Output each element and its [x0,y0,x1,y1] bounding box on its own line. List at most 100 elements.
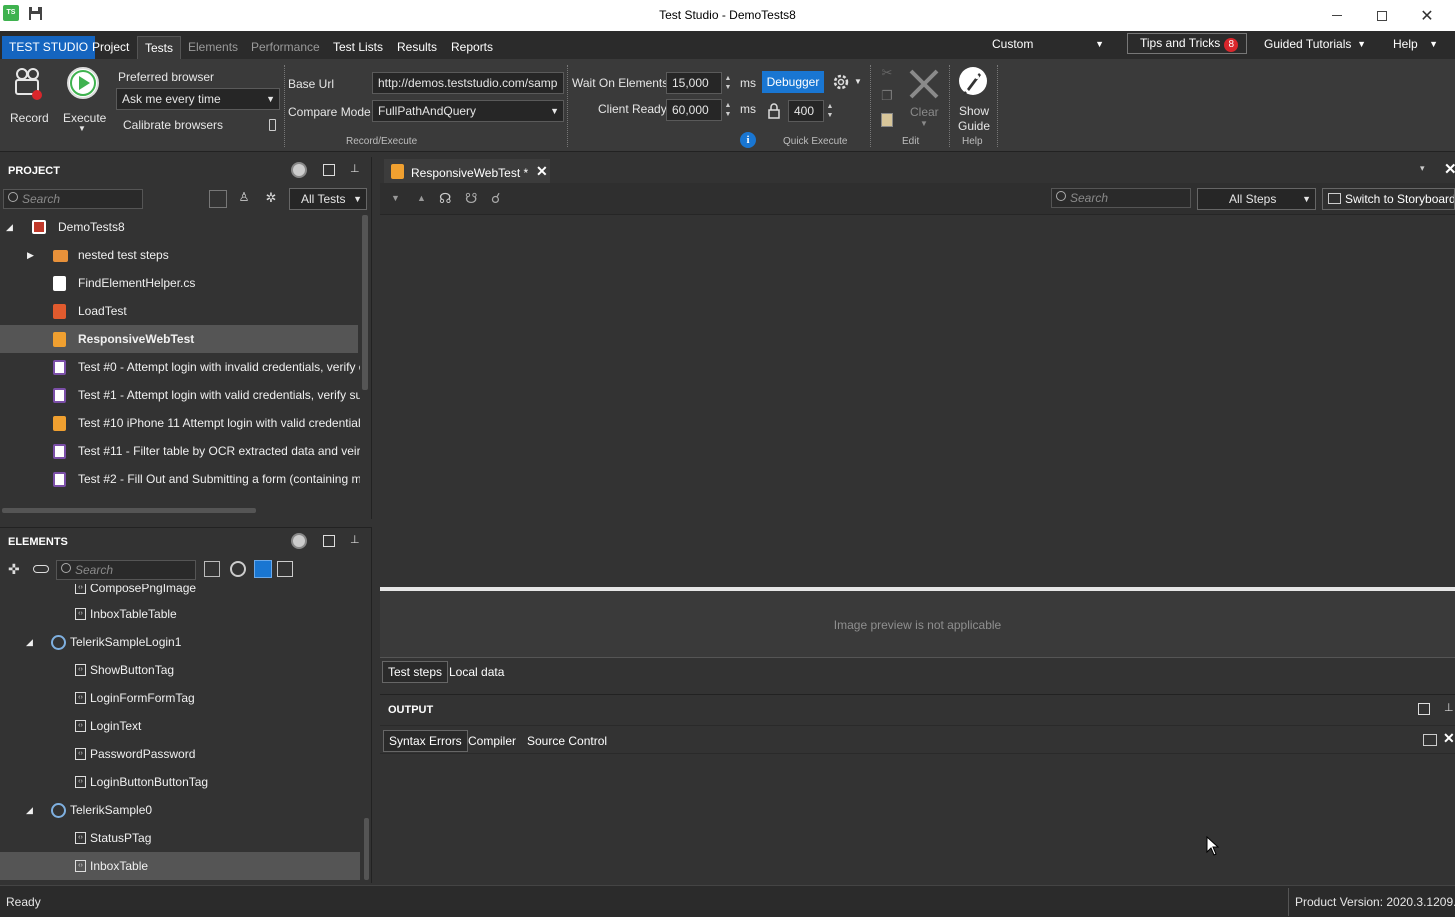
tab-project[interactable]: Project [85,36,136,59]
tab-test-studio[interactable]: TEST STUDIO [2,36,96,59]
tree-item[interactable]: Test #1 - Attempt login with valid crede… [0,381,360,409]
tab-test-steps[interactable]: Test steps [382,661,449,683]
speed-input[interactable]: 400 [788,100,824,122]
execute-button[interactable]: Execute ▼ [60,63,106,133]
elements-search-input[interactable]: Search [56,560,196,580]
tab-results[interactable]: Results [390,36,444,59]
globe-refresh-icon[interactable] [291,533,307,549]
pin-icon[interactable]: ⊥ [350,162,360,175]
copy-icon[interactable]: ❐ [879,88,895,104]
preferred-browser-select[interactable]: Ask me every time ▼ [116,88,280,110]
float-window-icon[interactable] [323,535,335,547]
expand-arrow-icon[interactable]: ▶ [27,241,34,269]
select-mode-icon[interactable] [209,190,227,208]
tab-list-dropdown-icon[interactable]: ▾ [1420,163,1425,174]
help-menu[interactable]: Help ▼ [1386,31,1444,57]
test-steps-area[interactable] [380,215,1455,587]
close-tab-icon[interactable]: ✕ [536,163,548,180]
info-icon[interactable]: i [740,132,756,148]
wait-on-elements-spinner[interactable]: ▲ ▼ [722,72,734,94]
user-icon[interactable]: ♙ [234,190,254,208]
pin-icon[interactable]: ⊥ [350,533,360,546]
base-url-input[interactable]: http://demos.teststudio.com/samp [372,72,564,94]
tree-item-selected[interactable]: ResponsiveWebTest [0,325,358,353]
close-output-icon[interactable]: ✕ [1443,730,1455,747]
network-icon[interactable]: ✲ [261,190,281,208]
minimize-button[interactable] [1314,0,1360,31]
tests-filter-select[interactable]: All Tests ▼ [289,188,367,210]
step-redo-icon[interactable]: ☌ [491,190,500,207]
guided-tutorials-menu[interactable]: Guided Tutorials ▼ [1257,31,1372,57]
view-mode-icon[interactable] [277,561,293,577]
tree-item[interactable]: ▶ nested test steps [0,241,360,269]
copy-output-icon[interactable] [1423,734,1437,746]
highlight-icon[interactable] [230,561,246,577]
tree-root-demotests8[interactable]: ◢ DemoTests8 [0,213,360,241]
add-element-icon[interactable]: ✜ [8,561,20,578]
client-ready-spinner[interactable]: ▲ ▼ [722,99,734,121]
steps-filter-select[interactable]: All Steps ▼ [1197,188,1316,210]
tree-item[interactable]: LoadTest [0,297,360,325]
maximize-button[interactable] [1359,0,1405,31]
cut-icon[interactable]: ✂ [879,65,895,81]
tab-reports[interactable]: Reports [444,36,500,59]
settings-gear-icon[interactable] [832,73,850,91]
record-button[interactable]: Record [5,63,51,125]
element-item[interactable]: ‹› ShowButtonTag [0,656,360,684]
elements-vertical-scrollbar[interactable] [364,818,369,880]
lock-icon[interactable] [767,103,781,119]
tree-item[interactable]: Test #2 - Fill Out and Submitting a form… [0,465,360,493]
pin-icon[interactable]: ⊥ [1444,701,1454,714]
element-page-item[interactable]: ◢ TelerikSampleLogin1 [0,628,360,656]
move-up-icon[interactable]: ▲ [417,193,426,203]
element-item-selected[interactable]: ‹› InboxTable [0,852,360,880]
expand-arrow-icon[interactable]: ◢ [26,796,33,824]
client-ready-input[interactable]: 60,000 [666,99,722,121]
mobile-icon[interactable] [269,119,276,131]
element-item[interactable]: ‹› PasswordPassword [0,740,360,768]
element-page-item[interactable]: ◢ TelerikSample0 [0,796,360,824]
element-item[interactable]: ‹› LoginButtonButtonTag [0,768,360,796]
tab-performance[interactable]: Performance [244,36,327,59]
float-window-icon[interactable] [323,164,335,176]
expand-arrow-icon[interactable]: ◢ [26,628,33,656]
project-search-input[interactable]: Search [3,189,143,209]
move-down-icon[interactable]: ▼ [391,193,400,203]
tab-syntax-errors[interactable]: Syntax Errors [383,730,468,752]
step-action-icon[interactable]: ☊ [439,190,451,207]
tab-source-control[interactable]: Source Control [522,730,612,752]
step-undo-icon[interactable]: ☋ [465,190,477,207]
switch-to-storyboard-button[interactable]: Switch to Storyboard [1322,188,1455,210]
element-item[interactable]: ‹› LoginText [0,712,360,740]
tips-and-tricks-button[interactable]: Tips and Tricks 8 [1127,33,1247,54]
close-window-button[interactable]: ✕ [1404,0,1450,31]
tree-item[interactable]: Test #11 - Filter table by OCR extracted… [0,437,360,465]
paste-icon[interactable] [881,113,893,127]
tab-test-lists[interactable]: Test Lists [326,36,390,59]
view-mode-active-icon[interactable] [254,560,272,578]
clear-button[interactable]: Clear ▼ [903,65,945,129]
sort-icon[interactable] [204,561,220,577]
close-editor-icon[interactable]: ✕ [1444,160,1455,178]
tree-item[interactable]: FindElementHelper.cs [0,269,360,297]
project-horizontal-scrollbar[interactable] [2,508,256,513]
layout-select[interactable]: Custom ▼ [985,31,1110,57]
debugger-toggle[interactable]: Debugger [762,71,824,93]
globe-refresh-icon[interactable] [291,162,307,178]
link-icon[interactable] [33,565,49,573]
expand-arrow-icon[interactable]: ◢ [6,213,13,241]
show-guide-button[interactable]: Show Guide [953,63,993,135]
compare-mode-select[interactable]: FullPathAndQuery ▼ [372,100,564,122]
editor-tab-responsivewebtest[interactable]: ResponsiveWebTest * ✕ [384,159,550,185]
tab-local-data[interactable]: Local data [444,661,509,683]
element-item[interactable]: ‹› StatusPTag [0,824,360,852]
tree-item[interactable]: Test #0 - Attempt login with invalid cre… [0,353,360,381]
element-item[interactable]: ‹› LoginFormFormTag [0,684,360,712]
float-window-icon[interactable] [1418,703,1430,715]
element-item[interactable]: ‹› InboxTableTable [0,600,360,628]
chevron-down-icon[interactable]: ▼ [854,77,862,86]
wait-on-elements-input[interactable]: 15,000 [666,72,722,94]
tree-item[interactable]: Test #10 iPhone 11 Attempt login with va… [0,409,360,437]
steps-search-input[interactable]: Search [1051,188,1191,208]
tab-tests[interactable]: Tests [137,36,182,59]
